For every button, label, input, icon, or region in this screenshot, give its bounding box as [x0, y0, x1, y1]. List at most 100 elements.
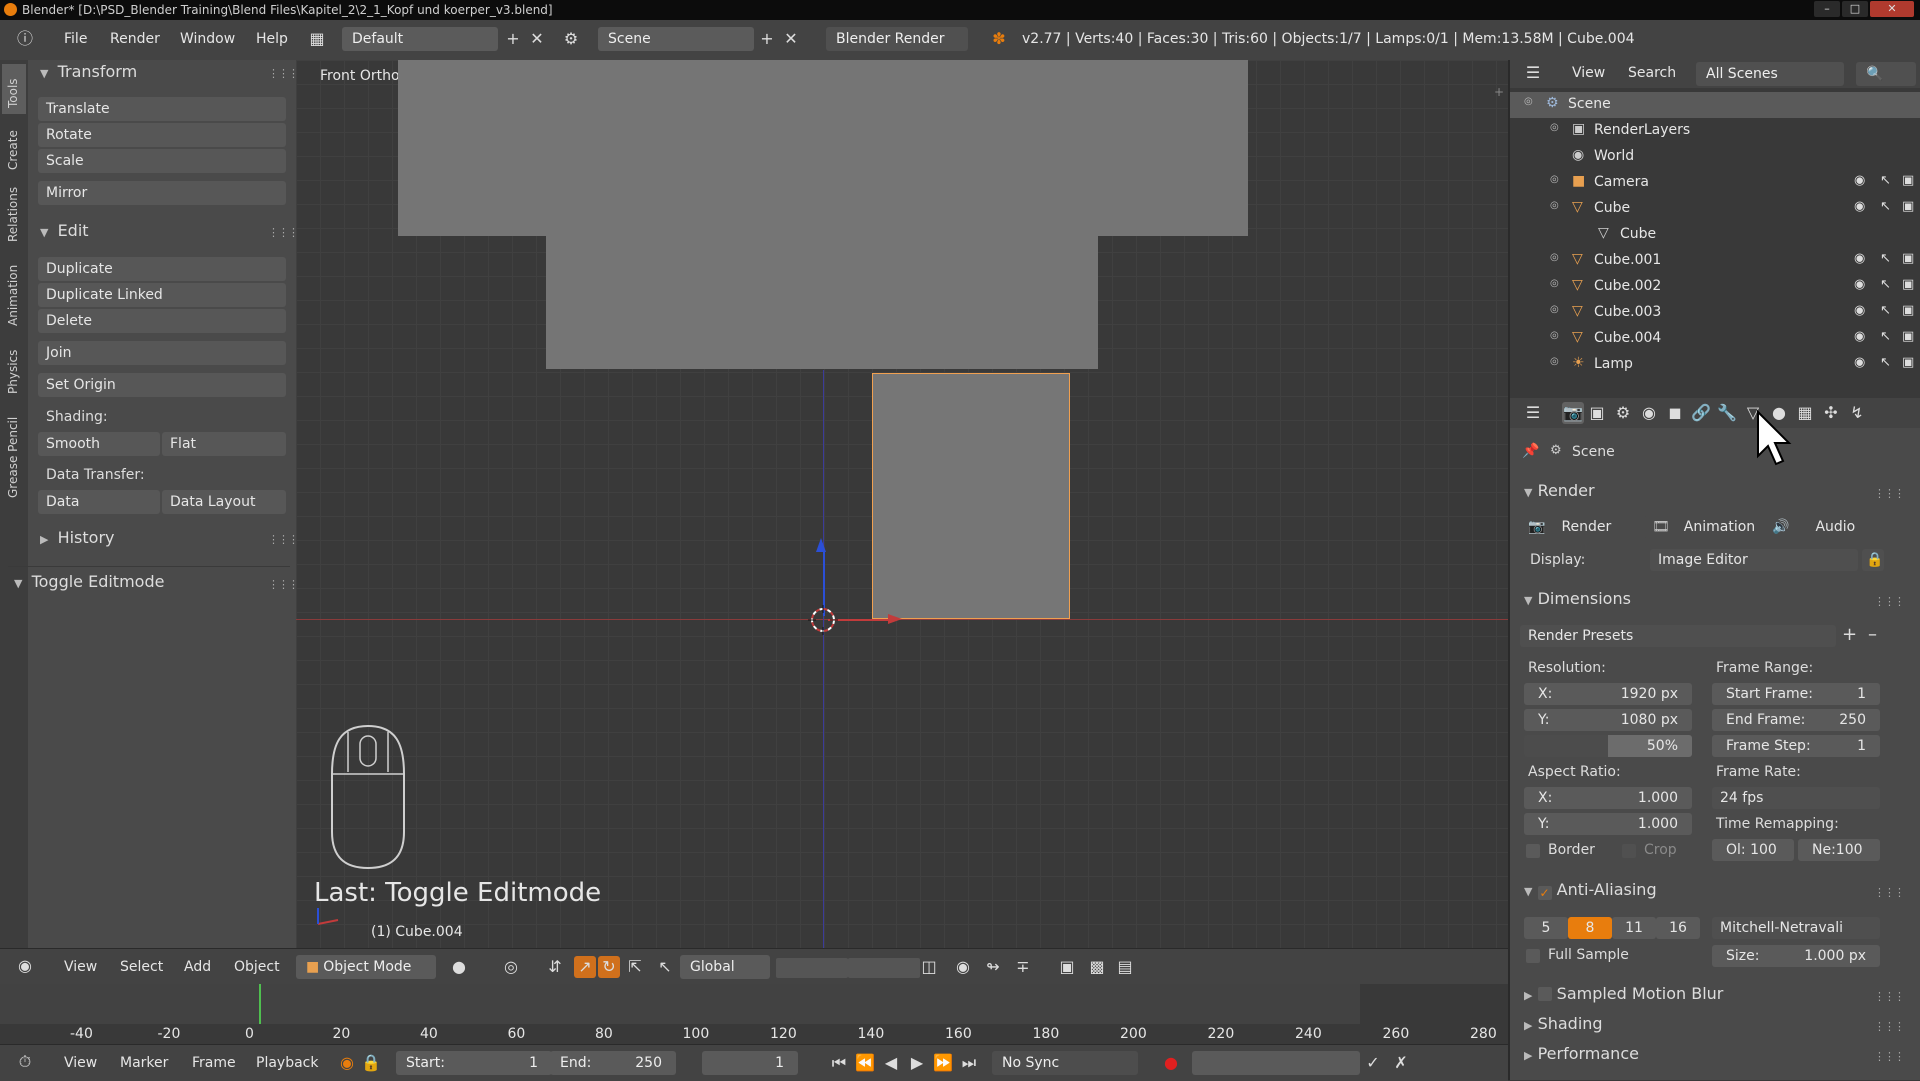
- aa-sample-button[interactable]: 5: [1524, 917, 1568, 939]
- outliner-item[interactable]: ◎ ▣ RenderLayers: [1510, 118, 1920, 144]
- join-button[interactable]: Join: [38, 341, 286, 365]
- play-reverse-icon[interactable]: ◀: [880, 1052, 902, 1074]
- texture-tab-icon[interactable]: ▦: [1794, 402, 1816, 424]
- visibility-eye-icon[interactable]: ◉: [1854, 329, 1865, 344]
- proportional-edit-icon[interactable]: ◉: [952, 956, 974, 978]
- editor-type-icon[interactable]: ☰: [1522, 402, 1544, 424]
- next-key-icon[interactable]: ⏩: [932, 1052, 954, 1074]
- outliner-item[interactable]: ◎ ▽ Cube.002 ◉ ↖ ▣: [1510, 274, 1920, 300]
- expand-toggle-icon[interactable]: ◎: [1550, 278, 1559, 289]
- tab-animation[interactable]: Animation: [2, 250, 26, 330]
- 3d-viewport[interactable]: Front Ortho + Last: Toggle Editmode (1) …: [296, 60, 1508, 948]
- scene-tab-icon[interactable]: ⚙: [1612, 402, 1634, 424]
- crop-checkbox[interactable]: [1622, 844, 1636, 858]
- snap-icon[interactable]: ↬: [982, 956, 1004, 978]
- lock-icon[interactable]: 🔒: [360, 1052, 382, 1074]
- remove-preset-icon[interactable]: –: [1868, 624, 1877, 645]
- tab-grease-pencil[interactable]: Grease Pencil: [2, 402, 26, 502]
- selectable-cursor-icon[interactable]: ↖: [1880, 303, 1891, 318]
- frame-rate-select[interactable]: 24 fps: [1712, 787, 1880, 809]
- render-layers-tab-icon[interactable]: ▣: [1586, 402, 1608, 424]
- drag-handle-icon[interactable]: ⋮⋮⋮: [1874, 487, 1905, 500]
- snap-target-icon[interactable]: ∓: [1012, 956, 1034, 978]
- renderable-camera-icon[interactable]: ▣: [1902, 199, 1914, 214]
- anti-aliasing-checkbox[interactable]: ✓: [1537, 886, 1552, 900]
- resolution-y-field[interactable]: Y: 1080 px: [1524, 709, 1692, 731]
- smooth-button[interactable]: Smooth: [38, 432, 160, 456]
- renderable-camera-icon[interactable]: ▣: [1902, 329, 1914, 344]
- tab-tools[interactable]: Tools: [2, 64, 26, 114]
- full-sample-checkbox[interactable]: [1526, 949, 1540, 963]
- keying-set-field[interactable]: [1192, 1051, 1360, 1075]
- menu-view[interactable]: View: [64, 959, 97, 975]
- expand-toggle-icon[interactable]: ◎: [1550, 174, 1559, 185]
- tab-create[interactable]: Create: [2, 118, 26, 174]
- scale-manipulator-icon[interactable]: ⇱: [624, 956, 646, 978]
- menu-view[interactable]: View: [1572, 65, 1605, 81]
- outliner-item[interactable]: ◎ ☀ Lamp ◉ ↖ ▣: [1510, 352, 1920, 378]
- outliner-search-input[interactable]: 🔍: [1856, 62, 1916, 86]
- minimize-icon[interactable]: –: [1814, 1, 1840, 17]
- shading-panel-header[interactable]: ▶ Shading: [1524, 1014, 1603, 1033]
- selectable-cursor-icon[interactable]: ↖: [1880, 277, 1891, 292]
- set-origin-select[interactable]: Set Origin: [38, 373, 286, 397]
- close-window-icon[interactable]: ✕: [1870, 1, 1914, 17]
- lock-interface-icon[interactable]: 🔒: [1862, 549, 1884, 571]
- menu-help[interactable]: Help: [256, 31, 288, 47]
- performance-panel-header[interactable]: ▶ Performance: [1524, 1044, 1639, 1063]
- data-button[interactable]: Data: [38, 490, 160, 514]
- translate-manipulator-icon[interactable]: ↗: [574, 956, 596, 978]
- animation-button[interactable]: 🎞 Animation: [1644, 516, 1772, 538]
- expand-toggle-icon[interactable]: ◎: [1550, 122, 1559, 133]
- overlay-icon[interactable]: ▤: [1114, 956, 1136, 978]
- delete-button[interactable]: Delete: [38, 309, 286, 333]
- scene-field[interactable]: Scene: [598, 27, 754, 51]
- drag-handle-icon[interactable]: ⋮⋮⋮: [1874, 990, 1905, 1003]
- current-frame-field[interactable]: 1: [702, 1051, 798, 1075]
- scene-icon[interactable]: ⚙: [560, 28, 582, 50]
- remove-scene-icon[interactable]: ✕: [780, 28, 802, 50]
- transform-panel-header[interactable]: ▼ Transform: [32, 62, 290, 86]
- neck-mesh[interactable]: [546, 236, 1098, 369]
- expand-toggle-icon[interactable]: ◎: [1550, 304, 1559, 315]
- visibility-eye-icon[interactable]: ◉: [1854, 251, 1865, 266]
- outliner-item[interactable]: ◎ ▽ Cube.004 ◉ ↖ ▣: [1510, 326, 1920, 352]
- rotate-manipulator-icon[interactable]: ↻: [598, 956, 620, 978]
- end-frame-field[interactable]: End: 250: [550, 1051, 676, 1075]
- selectable-cursor-icon[interactable]: ↖: [1880, 251, 1891, 266]
- menu-file[interactable]: File: [64, 31, 87, 47]
- manipulator-toggle-icon[interactable]: ⇵: [544, 956, 566, 978]
- anti-aliasing-panel-header[interactable]: ▼ ✓ Anti-Aliasing: [1524, 880, 1657, 900]
- aa-sample-button[interactable]: 16: [1656, 917, 1700, 939]
- mode-select[interactable]: ■ Object Mode: [296, 955, 436, 979]
- menu-view[interactable]: View: [64, 1055, 97, 1071]
- outliner-item[interactable]: ◎ ▽ Cube ◉ ↖ ▣: [1510, 196, 1920, 222]
- duplicate-button[interactable]: Duplicate: [38, 257, 286, 281]
- frame-step-field[interactable]: Frame Step: 1: [1712, 735, 1880, 757]
- add-layout-icon[interactable]: +: [502, 28, 524, 50]
- drag-handle-icon[interactable]: ⋮⋮⋮: [1874, 1050, 1905, 1063]
- display-mode-select[interactable]: All Scenes: [1696, 62, 1844, 86]
- physics-tab-icon[interactable]: ↯: [1846, 402, 1868, 424]
- end-frame-field[interactable]: End Frame: 250: [1712, 709, 1880, 731]
- render-button[interactable]: 📷 Render: [1520, 516, 1648, 538]
- particles-tab-icon[interactable]: ✣: [1820, 402, 1842, 424]
- world-tab-icon[interactable]: ◉: [1638, 402, 1660, 424]
- render-presets-select[interactable]: Render Presets: [1520, 625, 1836, 647]
- drag-handle-icon[interactable]: ⋮⋮⋮: [1874, 1020, 1905, 1033]
- expand-toggle-icon[interactable]: ◎: [1550, 356, 1559, 367]
- renderable-camera-icon[interactable]: ▣: [1902, 277, 1914, 292]
- lock-layers-icon[interactable]: ◫: [918, 956, 940, 978]
- edit-panel-header[interactable]: ▼ Edit: [32, 221, 290, 245]
- visibility-eye-icon[interactable]: ◉: [1854, 277, 1865, 292]
- maximize-icon[interactable]: □: [1842, 1, 1868, 17]
- drag-handle-icon[interactable]: ⋮⋮⋮: [1874, 886, 1905, 899]
- layers-grid-2[interactable]: [848, 958, 920, 978]
- border-checkbox[interactable]: [1526, 844, 1540, 858]
- render-tab-icon[interactable]: 📷: [1562, 402, 1584, 424]
- aspect-x-field[interactable]: X: 1.000: [1524, 787, 1692, 809]
- outliner-item[interactable]: ▽ Cube: [1510, 222, 1920, 248]
- start-frame-field[interactable]: Start: 1: [396, 1051, 552, 1075]
- viewport-expand-icon[interactable]: +: [1494, 85, 1504, 99]
- layout-field[interactable]: Default: [342, 27, 498, 51]
